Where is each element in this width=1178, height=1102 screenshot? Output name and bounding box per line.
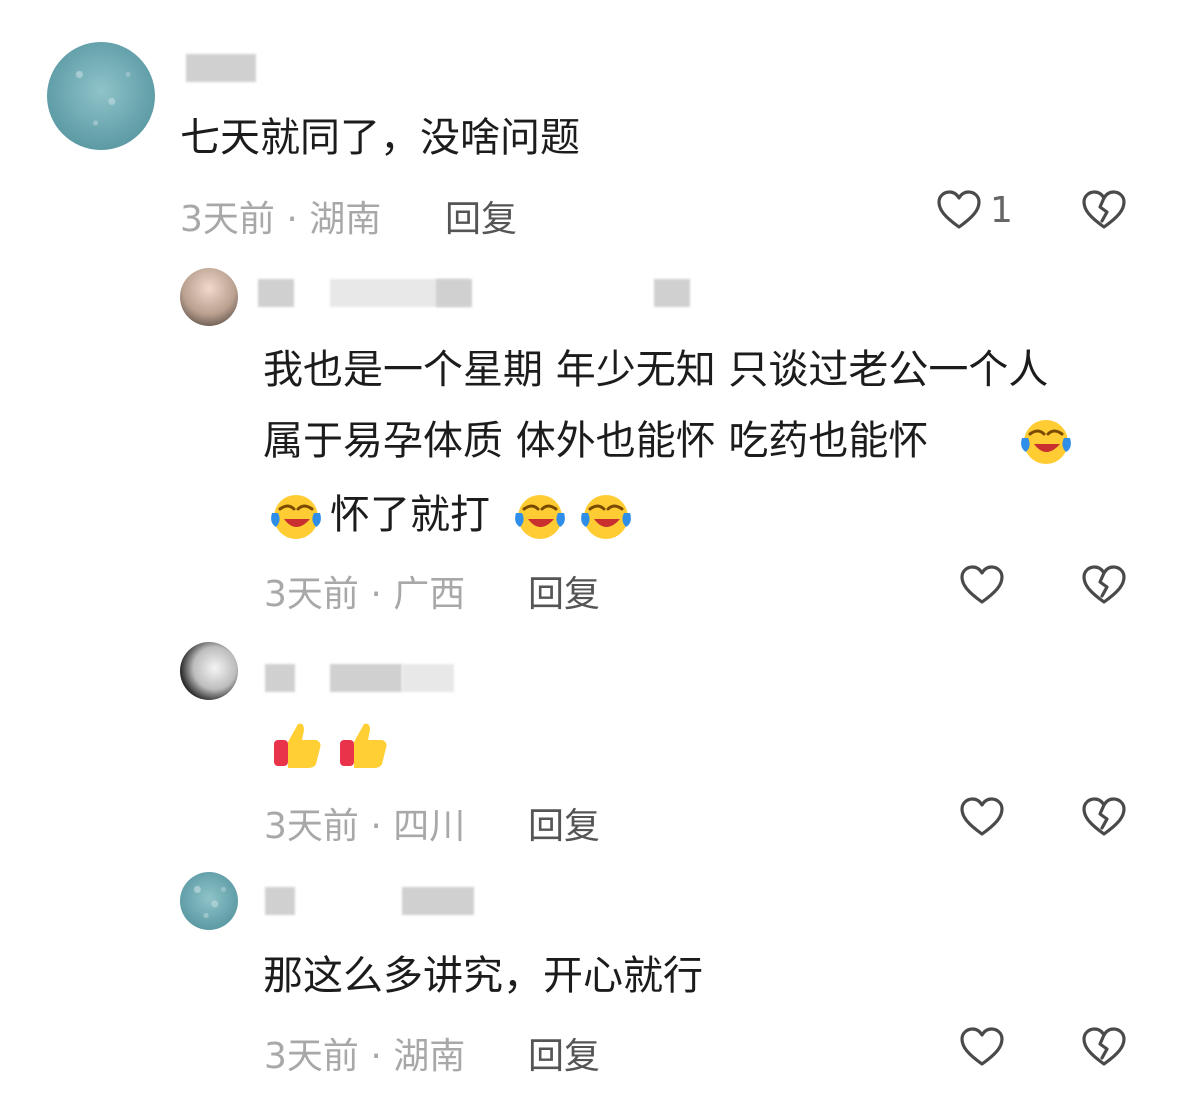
- username-redacted[interactable]: [265, 887, 295, 915]
- avatar[interactable]: [180, 268, 238, 326]
- comment-text-line-2: 属于易孕体质 体外也能怀 吃药也能怀: [263, 418, 929, 464]
- comment-meta: 3天前 · 湖南: [180, 199, 382, 240]
- reply-button[interactable]: 回复: [528, 797, 600, 849]
- crying-laugh-emoji: [578, 487, 634, 543]
- username-redacted: [402, 664, 454, 692]
- avatar[interactable]: [180, 642, 238, 700]
- crying-laugh-emoji: [512, 487, 568, 543]
- thumbs-up-emoji: [336, 716, 392, 772]
- broken-heart-icon[interactable]: [1080, 561, 1128, 609]
- heart-outline-icon[interactable]: [958, 793, 1006, 841]
- heart-outline-icon[interactable]: [958, 1023, 1006, 1071]
- username-redacted[interactable]: [265, 664, 295, 692]
- username-redacted: [402, 887, 474, 915]
- avatar[interactable]: [47, 42, 155, 150]
- reply-button[interactable]: 回复: [445, 190, 517, 242]
- broken-heart-icon[interactable]: [1080, 186, 1128, 234]
- crying-laugh-emoji: [1018, 412, 1074, 468]
- like-count: 1: [990, 190, 1013, 231]
- username-redacted[interactable]: [258, 279, 294, 307]
- broken-heart-icon[interactable]: [1080, 1023, 1128, 1071]
- heart-outline-icon[interactable]: [958, 561, 1006, 609]
- heart-outline-icon[interactable]: [935, 186, 983, 234]
- comment-meta: 3天前 · 广西: [264, 574, 466, 615]
- username-redacted: [654, 279, 690, 307]
- username-redacted: [436, 279, 472, 307]
- reply-button[interactable]: 回复: [528, 1027, 600, 1079]
- username-redacted: [330, 664, 402, 692]
- comment-text-line-3: 怀了就打: [330, 492, 490, 538]
- comment-text: 那这么多讲究，开心就行: [263, 953, 703, 999]
- comment-meta: 3天前 · 四川: [264, 806, 466, 847]
- thumbs-up-emoji: [270, 716, 326, 772]
- reply-button[interactable]: 回复: [528, 565, 600, 617]
- broken-heart-icon[interactable]: [1080, 793, 1128, 841]
- avatar[interactable]: [180, 872, 238, 930]
- comment-text-line-1: 我也是一个星期 年少无知 只谈过老公一个人: [263, 347, 1049, 393]
- comment-meta: 3天前 · 湖南: [264, 1036, 466, 1077]
- crying-laugh-emoji: [268, 487, 324, 543]
- username-redacted[interactable]: [186, 54, 256, 82]
- comment-text: 七天就同了，没啥问题: [180, 115, 580, 161]
